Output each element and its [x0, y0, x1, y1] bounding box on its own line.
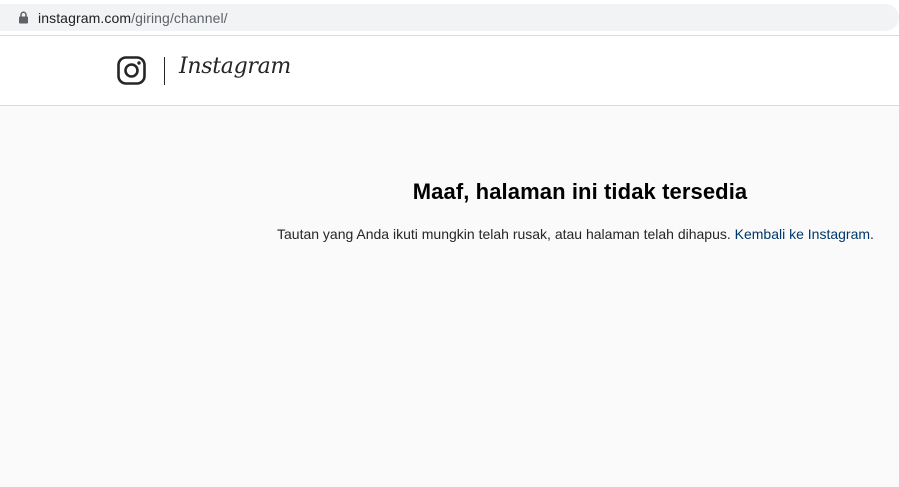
instagram-header: Instagram [0, 36, 899, 106]
error-trailing-period: . [870, 226, 874, 242]
error-description-line: Tautan yang Anda ikuti mungkin telah rus… [277, 226, 874, 242]
browser-address-bar: instagram.com/giring/channel/ [0, 0, 899, 36]
back-to-instagram-link[interactable]: Kembali ke Instagram [735, 226, 870, 242]
url-path: /giring/channel/ [131, 9, 228, 26]
url-text[interactable]: instagram.com/giring/channel/ [38, 10, 228, 26]
url-host: instagram.com [38, 9, 132, 26]
lock-icon[interactable] [8, 4, 38, 31]
url-field[interactable]: instagram.com/giring/channel/ [0, 4, 899, 31]
error-page: Maaf, halaman ini tidak tersedia Tautan … [0, 106, 899, 487]
instagram-glyph-icon[interactable] [117, 56, 146, 85]
error-description: Tautan yang Anda ikuti mungkin telah rus… [277, 226, 735, 242]
instagram-wordmark[interactable]: Instagram [179, 54, 291, 79]
header-divider [164, 57, 165, 85]
error-title: Maaf, halaman ini tidak tersedia [412, 179, 748, 204]
